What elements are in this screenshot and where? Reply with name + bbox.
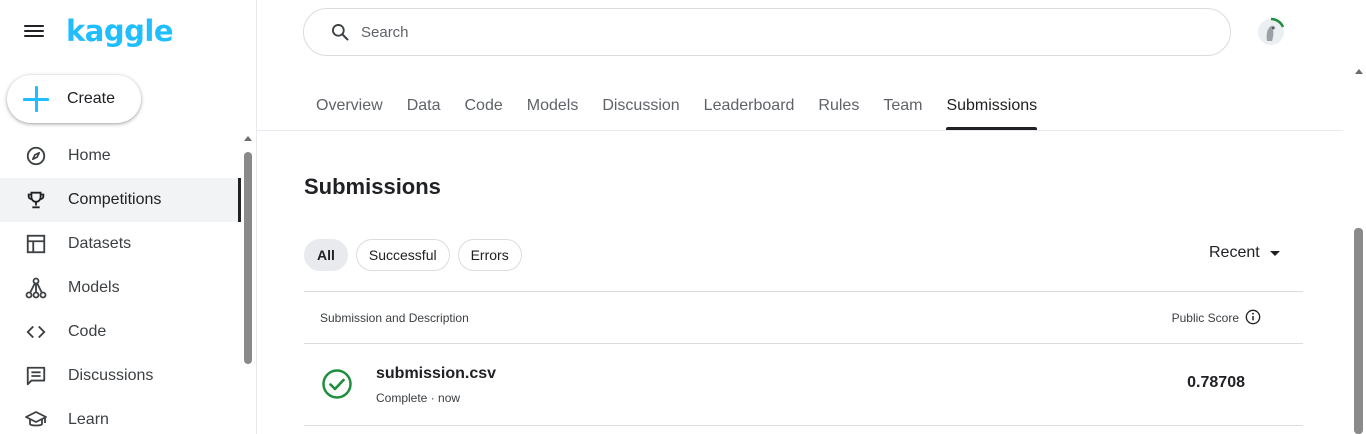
info-icon[interactable] bbox=[1245, 309, 1261, 325]
sort-label: Recent bbox=[1209, 244, 1260, 261]
sidebar-item-code[interactable]: Code bbox=[0, 310, 241, 354]
filter-chips: All Successful Errors bbox=[304, 239, 530, 271]
tab-discussion[interactable]: Discussion bbox=[590, 84, 691, 130]
public-score: 0.78708 bbox=[1187, 374, 1245, 391]
submission-filename[interactable]: submission.csv bbox=[376, 365, 496, 383]
trophy-icon bbox=[24, 188, 48, 212]
submission-status: Complete · now bbox=[376, 391, 461, 405]
create-button[interactable]: Create bbox=[7, 75, 141, 123]
search-bar[interactable] bbox=[303, 8, 1231, 56]
sidebar-item-label: Home bbox=[68, 147, 111, 164]
scroll-up-icon[interactable] bbox=[244, 136, 252, 141]
filter-successful-chip[interactable]: Successful bbox=[355, 239, 450, 271]
tab-data[interactable]: Data bbox=[395, 84, 453, 130]
tab-team[interactable]: Team bbox=[871, 84, 934, 130]
header-submission: Submission and Description bbox=[320, 311, 469, 325]
search-icon bbox=[330, 22, 350, 42]
compass-icon bbox=[24, 144, 48, 168]
tab-code[interactable]: Code bbox=[452, 84, 514, 130]
tab-leaderboard[interactable]: Leaderboard bbox=[692, 84, 807, 130]
sidebar-scrollbar[interactable] bbox=[243, 134, 253, 434]
comment-icon bbox=[24, 364, 48, 388]
tab-overview[interactable]: Overview bbox=[304, 84, 395, 130]
table-header: Submission and Description Public Score bbox=[304, 291, 1303, 344]
sidebar-nav: Home Competitions Datasets Models Code D… bbox=[0, 134, 241, 434]
header-public-score: Public Score bbox=[1171, 311, 1239, 325]
page-title: Submissions bbox=[304, 174, 441, 199]
sidebar: kaggle Create Home Competitions Datasets bbox=[0, 0, 257, 434]
sidebar-item-learn[interactable]: Learn bbox=[0, 398, 241, 434]
sidebar-item-home[interactable]: Home bbox=[0, 134, 241, 178]
code-icon bbox=[24, 320, 48, 344]
sidebar-item-competitions[interactable]: Competitions bbox=[0, 178, 241, 222]
sidebar-item-label: Models bbox=[68, 279, 120, 296]
school-icon bbox=[24, 408, 48, 432]
sidebar-item-label: Datasets bbox=[68, 235, 132, 252]
avatar[interactable] bbox=[1255, 16, 1287, 48]
filter-all-chip[interactable]: All bbox=[304, 239, 348, 271]
scrollbar-thumb[interactable] bbox=[244, 152, 252, 364]
search-input[interactable] bbox=[361, 23, 1161, 41]
tab-models[interactable]: Models bbox=[515, 84, 591, 130]
sort-dropdown[interactable]: Recent bbox=[1209, 244, 1280, 262]
sidebar-item-label: Discussions bbox=[68, 367, 154, 384]
main-scrollbar[interactable] bbox=[1352, 62, 1366, 434]
kaggle-logo[interactable]: kaggle bbox=[66, 14, 173, 48]
models-icon bbox=[24, 276, 48, 300]
sidebar-item-label: Learn bbox=[68, 411, 109, 428]
scroll-up-icon[interactable] bbox=[1355, 69, 1363, 74]
menu-icon[interactable] bbox=[24, 22, 46, 42]
plus-icon bbox=[21, 83, 53, 115]
caret-down-icon bbox=[1269, 250, 1280, 256]
scrollbar-thumb[interactable] bbox=[1354, 228, 1363, 434]
check-circle-icon bbox=[321, 368, 353, 400]
sidebar-item-discussions[interactable]: Discussions bbox=[0, 354, 241, 398]
competition-tabs: Overview Data Code Models Discussion Lea… bbox=[304, 84, 1049, 130]
table-icon bbox=[24, 232, 48, 256]
filter-errors-chip[interactable]: Errors bbox=[457, 239, 522, 271]
sidebar-item-models[interactable]: Models bbox=[0, 266, 241, 310]
sidebar-item-label: Code bbox=[68, 323, 107, 340]
submissions-table: Submission and Description Public Score … bbox=[304, 291, 1303, 426]
create-button-label: Create bbox=[67, 90, 116, 107]
sidebar-item-label: Competitions bbox=[68, 191, 162, 208]
tabs-divider bbox=[257, 130, 1343, 131]
tab-submissions[interactable]: Submissions bbox=[934, 84, 1049, 130]
table-row[interactable]: submission.csv Complete · now 0.78708 bbox=[304, 344, 1303, 426]
sidebar-item-datasets[interactable]: Datasets bbox=[0, 222, 241, 266]
tab-rules[interactable]: Rules bbox=[806, 84, 871, 130]
